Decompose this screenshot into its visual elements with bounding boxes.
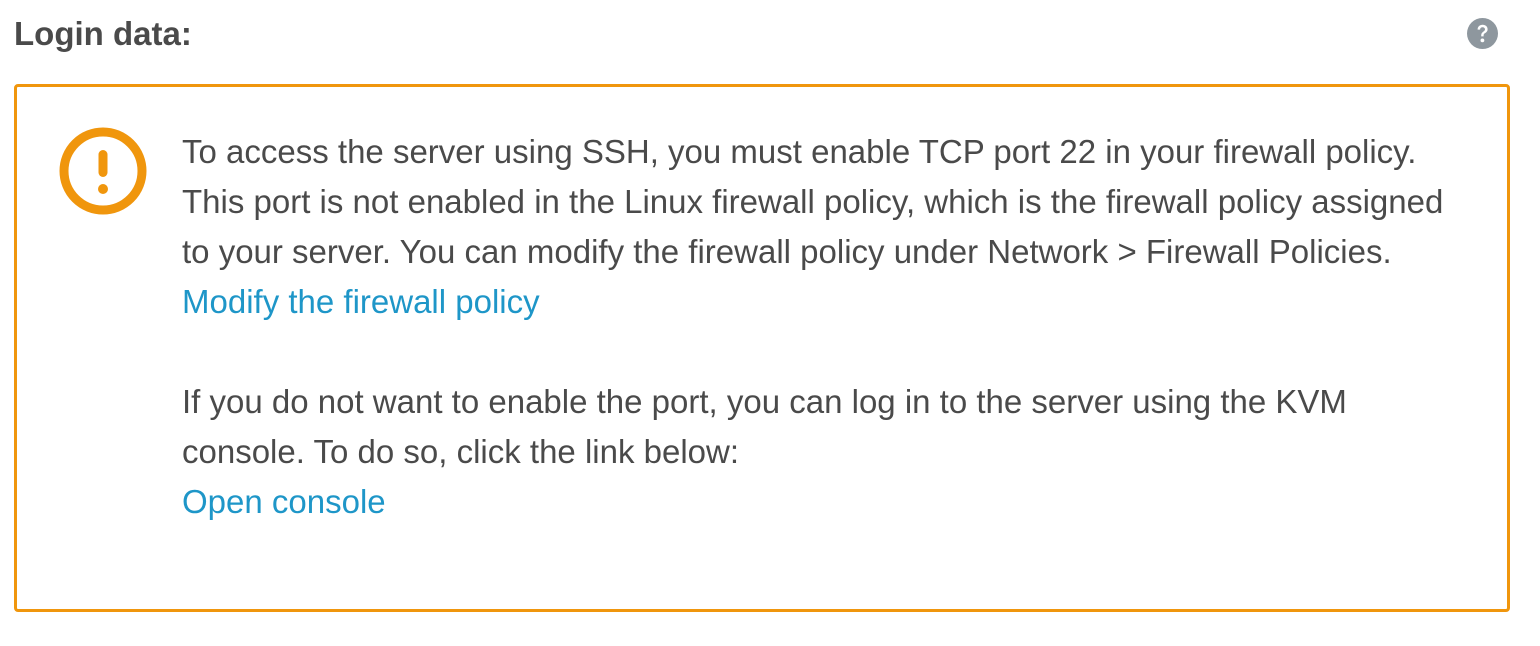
section-title: Login data: (14, 15, 192, 52)
alert-message-kvm: If you do not want to enable the port, y… (182, 383, 1347, 470)
open-console-link[interactable]: Open console (182, 477, 386, 527)
section-header: Login data: (14, 10, 1512, 62)
help-icon[interactable] (1467, 18, 1498, 49)
firewall-warning-alert: To access the server using SSH, you must… (14, 84, 1510, 612)
exclamation-circle-icon (57, 125, 149, 217)
alert-message-ssh: To access the server using SSH, you must… (182, 133, 1444, 270)
alert-content: To access the server using SSH, you must… (182, 127, 1472, 527)
modify-firewall-policy-link[interactable]: Modify the firewall policy (182, 277, 540, 327)
